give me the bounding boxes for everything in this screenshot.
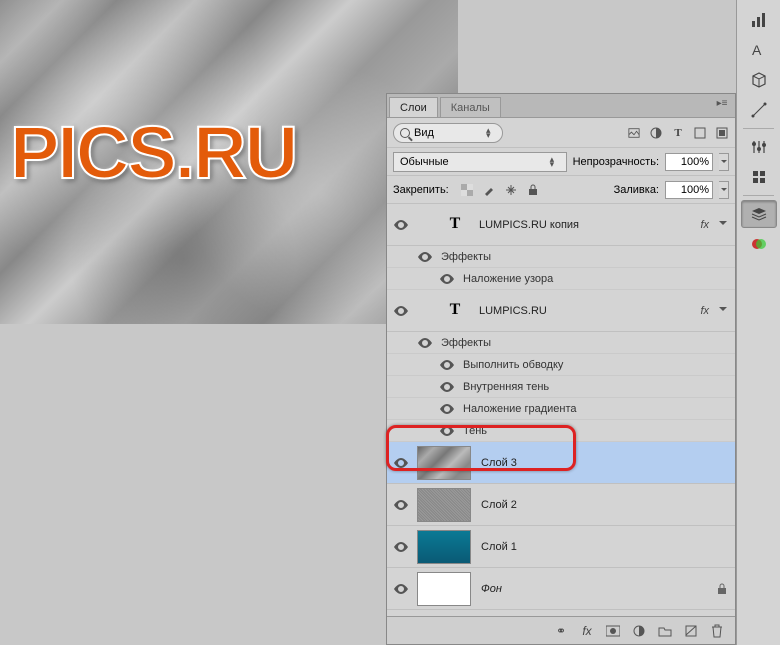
effect-drop-shadow[interactable]: Тень xyxy=(387,420,735,442)
lock-icon xyxy=(717,583,729,595)
lock-position-icon[interactable] xyxy=(503,182,519,198)
visibility-toggle[interactable] xyxy=(439,357,455,373)
layer-style-icon[interactable]: fx xyxy=(579,623,595,639)
cube-icon[interactable] xyxy=(741,66,777,94)
filter-smart-icon[interactable] xyxy=(715,126,729,140)
layer-thumbnail[interactable] xyxy=(417,446,471,480)
layer-name: LUMPICS.RU копия xyxy=(479,219,700,231)
effect-gradient-overlay[interactable]: Наложение градиента xyxy=(387,398,735,420)
link-layers-icon[interactable]: ⚭ xyxy=(553,623,569,639)
layer-name: Фон xyxy=(481,583,717,595)
fx-badge: fx xyxy=(700,305,709,317)
visibility-toggle[interactable] xyxy=(393,303,409,319)
effects-header[interactable]: Эффекты xyxy=(387,246,735,268)
fill-dropdown[interactable] xyxy=(719,181,729,199)
visibility-toggle[interactable] xyxy=(393,497,409,513)
character-icon[interactable]: A xyxy=(741,36,777,64)
layer-name: LUMPICS.RU xyxy=(479,305,700,317)
blend-mode-select[interactable]: Обычные ▴▾ xyxy=(393,152,567,172)
visibility-toggle[interactable] xyxy=(439,379,455,395)
layer-name: Слой 2 xyxy=(481,499,729,511)
chevron-updown-icon: ▴▾ xyxy=(550,157,560,167)
layer-text-copy[interactable]: T LUMPICS.RU копия fx xyxy=(387,204,735,246)
search-icon xyxy=(400,128,410,138)
filter-row: Вид ▴▾ T xyxy=(387,118,735,148)
layer-background[interactable]: Фон xyxy=(387,568,735,610)
color-icon[interactable] xyxy=(741,230,777,258)
layer-sloy-3[interactable]: Слой 3 xyxy=(387,442,735,484)
effects-header[interactable]: Эффекты xyxy=(387,332,735,354)
blend-mode-value: Обычные xyxy=(400,156,449,168)
visibility-toggle[interactable] xyxy=(393,581,409,597)
fill-label: Заливка: xyxy=(614,184,659,196)
filter-shape-icon[interactable] xyxy=(693,126,707,140)
type-layer-icon: T xyxy=(445,301,465,321)
svg-text:A: A xyxy=(752,42,762,58)
layer-sloy-1[interactable]: Слой 1 xyxy=(387,526,735,568)
fill-input[interactable]: 100% xyxy=(665,181,713,199)
opacity-label: Непрозрачность: xyxy=(573,156,659,168)
layer-thumbnail[interactable] xyxy=(417,530,471,564)
layer-sloy-2[interactable]: Слой 2 xyxy=(387,484,735,526)
layer-thumbnail[interactable] xyxy=(417,488,471,522)
chevron-updown-icon: ▴▾ xyxy=(486,128,496,138)
panel-menu-icon[interactable]: ▸≡ xyxy=(713,98,731,109)
group-icon[interactable] xyxy=(657,623,673,639)
new-layer-icon[interactable] xyxy=(683,623,699,639)
layer-name: Слой 1 xyxy=(481,541,729,553)
filter-icons: T xyxy=(627,126,729,140)
adjustments-icon[interactable] xyxy=(741,133,777,161)
effect-stroke[interactable]: Выполнить обводку xyxy=(387,354,735,376)
canvas-text: PICS.RU xyxy=(10,110,296,195)
right-toolbar: A xyxy=(736,0,780,645)
lock-transparent-icon[interactable] xyxy=(459,182,475,198)
effects-collapse[interactable] xyxy=(717,305,729,317)
panel-tabs: Слои Каналы ▸≡ xyxy=(387,94,735,118)
visibility-toggle[interactable] xyxy=(393,539,409,555)
delete-layer-icon[interactable] xyxy=(709,623,725,639)
lock-row: Закрепить: Заливка: 100% xyxy=(387,176,735,204)
visibility-toggle[interactable] xyxy=(439,271,455,287)
panel-bottom-bar: ⚭ fx xyxy=(387,616,735,644)
layers-panel-icon[interactable] xyxy=(741,200,777,228)
layer-thumbnail[interactable] xyxy=(417,572,471,606)
layer-text[interactable]: T LUMPICS.RU fx xyxy=(387,290,735,332)
histogram-icon[interactable] xyxy=(741,6,777,34)
visibility-toggle[interactable] xyxy=(417,249,433,265)
layers-panel: Слои Каналы ▸≡ Вид ▴▾ T Обычные ▴▾ Непро… xyxy=(386,93,736,645)
effect-inner-shadow[interactable]: Внутренняя тень xyxy=(387,376,735,398)
effect-pattern-overlay[interactable]: Наложение узора xyxy=(387,268,735,290)
layer-list[interactable]: T LUMPICS.RU копия fx Эффекты Наложение … xyxy=(387,204,735,616)
visibility-toggle[interactable] xyxy=(439,401,455,417)
visibility-toggle[interactable] xyxy=(393,455,409,471)
fx-badge: fx xyxy=(700,219,709,231)
visibility-toggle[interactable] xyxy=(417,335,433,351)
opacity-dropdown[interactable] xyxy=(719,153,729,171)
tab-channels[interactable]: Каналы xyxy=(440,97,501,117)
type-layer-icon: T xyxy=(445,215,465,235)
lock-label: Закрепить: xyxy=(393,184,449,196)
lock-pixels-icon[interactable] xyxy=(481,182,497,198)
lock-all-icon[interactable] xyxy=(525,182,541,198)
filter-type-icon[interactable]: T xyxy=(671,126,685,140)
tab-layers[interactable]: Слои xyxy=(389,97,438,117)
filter-adjust-icon[interactable] xyxy=(649,126,663,140)
layer-name: Слой 3 xyxy=(481,457,729,469)
layer-mask-icon[interactable] xyxy=(605,623,621,639)
blend-row: Обычные ▴▾ Непрозрачность: 100% xyxy=(387,148,735,176)
styles-icon[interactable] xyxy=(741,163,777,191)
kind-filter-select[interactable]: Вид ▴▾ xyxy=(393,123,503,143)
filter-pixel-icon[interactable] xyxy=(627,126,641,140)
opacity-input[interactable]: 100% xyxy=(665,153,713,171)
path-icon[interactable] xyxy=(741,96,777,124)
visibility-toggle[interactable] xyxy=(393,217,409,233)
kind-filter-label: Вид xyxy=(414,127,434,139)
effects-collapse[interactable] xyxy=(717,219,729,231)
visibility-toggle[interactable] xyxy=(439,423,455,439)
adjustment-layer-icon[interactable] xyxy=(631,623,647,639)
